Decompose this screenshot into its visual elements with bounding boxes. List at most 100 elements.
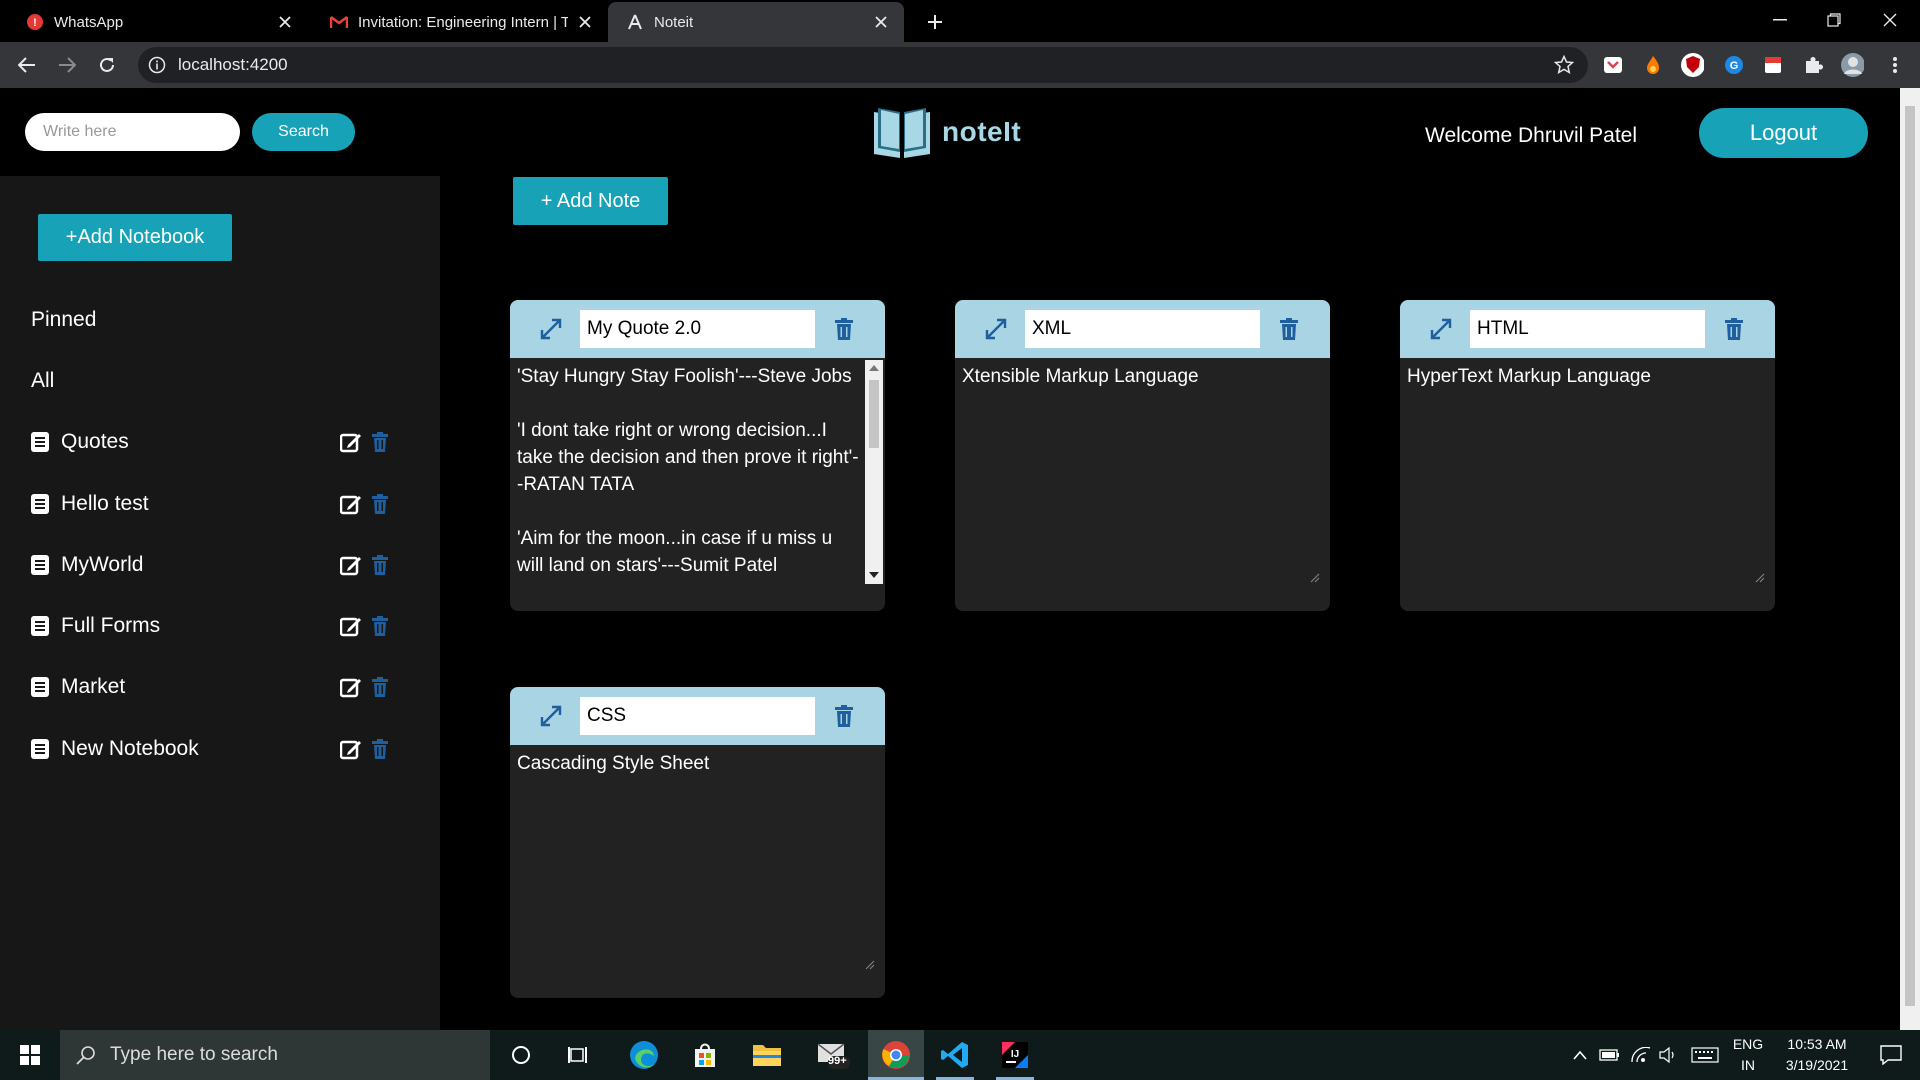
tab-whatsapp[interactable]: ! WhatsApp bbox=[8, 2, 308, 42]
new-tab-button[interactable] bbox=[922, 9, 948, 35]
notebook-icon bbox=[31, 432, 49, 452]
edit-icon[interactable] bbox=[340, 554, 362, 576]
svg-text:IJ: IJ bbox=[1011, 1049, 1019, 1060]
menu-dots-icon[interactable] bbox=[1883, 53, 1907, 77]
back-arrow-icon[interactable] bbox=[12, 50, 42, 80]
profile-avatar-icon[interactable] bbox=[1840, 53, 1864, 77]
expand-icon[interactable] bbox=[540, 318, 562, 340]
bookmark-star-icon[interactable] bbox=[1554, 55, 1574, 75]
trash-icon[interactable] bbox=[1280, 318, 1298, 340]
brand-name: noteIt bbox=[942, 116, 1022, 147]
intellij-icon[interactable]: IJ bbox=[990, 1030, 1040, 1080]
note-title-input[interactable] bbox=[1470, 310, 1705, 348]
tab-title: Noteit bbox=[654, 13, 694, 31]
edit-icon[interactable] bbox=[340, 431, 362, 453]
trash-icon[interactable] bbox=[835, 705, 853, 727]
scroll-down-arrow-icon[interactable] bbox=[869, 572, 879, 578]
flame-extension-icon[interactable] bbox=[1641, 53, 1665, 77]
volume-icon[interactable] bbox=[1656, 1030, 1682, 1080]
tab-gmail[interactable]: Invitation: Engineering Intern | Te bbox=[312, 2, 608, 42]
sidebar-link-all[interactable]: All bbox=[31, 369, 54, 393]
note-body-textarea[interactable]: Xtensible Markup Language bbox=[955, 358, 1330, 611]
trash-icon[interactable] bbox=[372, 677, 388, 697]
vscode-icon[interactable] bbox=[930, 1030, 980, 1080]
sidebar-notebook-item[interactable]: New Notebook bbox=[30, 734, 400, 764]
note-title-input[interactable] bbox=[580, 697, 815, 735]
trash-icon[interactable] bbox=[1725, 318, 1743, 340]
search-button[interactable]: Search bbox=[252, 113, 355, 151]
add-note-button[interactable]: + Add Note bbox=[513, 177, 668, 225]
reload-icon[interactable] bbox=[92, 50, 122, 80]
language-indicator[interactable]: ENG IN bbox=[1728, 1034, 1768, 1076]
note-scrollbar[interactable] bbox=[865, 360, 883, 584]
trash-icon[interactable] bbox=[372, 739, 388, 759]
battery-icon[interactable] bbox=[1597, 1030, 1623, 1080]
edit-icon[interactable] bbox=[340, 738, 362, 760]
trash-icon[interactable] bbox=[372, 494, 388, 514]
resize-grip-icon[interactable] bbox=[1755, 573, 1765, 583]
sidebar-notebook-item[interactable]: MyWorld bbox=[30, 550, 400, 580]
welcome-text: Welcome Dhruvil Patel bbox=[1425, 124, 1638, 147]
grammarly-extension-icon[interactable]: G bbox=[1722, 53, 1746, 77]
close-tab-icon[interactable] bbox=[276, 13, 294, 31]
close-tab-icon[interactable] bbox=[576, 13, 594, 31]
notification-icon[interactable] bbox=[1866, 1030, 1916, 1080]
note-body-textarea[interactable]: 'Stay Hungry Stay Foolish'---Steve Jobs … bbox=[510, 358, 885, 611]
expand-icon[interactable] bbox=[985, 318, 1007, 340]
edit-icon[interactable] bbox=[340, 676, 362, 698]
note-card-header bbox=[955, 300, 1330, 358]
scroll-up-arrow-icon[interactable] bbox=[869, 365, 879, 371]
minimize-button[interactable] bbox=[1752, 0, 1808, 40]
file-explorer-icon[interactable] bbox=[742, 1030, 792, 1080]
expand-icon[interactable] bbox=[1430, 318, 1452, 340]
scrollbar-thumb[interactable] bbox=[869, 380, 879, 448]
note-body-textarea[interactable]: Cascading Style Sheet bbox=[510, 745, 885, 998]
add-notebook-button[interactable]: +Add Notebook bbox=[38, 214, 232, 261]
edit-icon[interactable] bbox=[340, 615, 362, 637]
trash-icon[interactable] bbox=[372, 555, 388, 575]
task-view-icon[interactable] bbox=[555, 1030, 603, 1080]
sidebar-notebook-item[interactable]: Hello test bbox=[30, 489, 400, 519]
taskbar-search-box[interactable]: Type here to search bbox=[60, 1030, 490, 1080]
edit-icon[interactable] bbox=[340, 493, 362, 515]
edge-browser-icon[interactable] bbox=[619, 1030, 669, 1080]
sidebar-notebook-item[interactable]: Market bbox=[30, 672, 400, 702]
mail-icon[interactable]: 99+ bbox=[805, 1030, 861, 1080]
close-tab-icon[interactable] bbox=[872, 13, 890, 31]
trash-icon[interactable] bbox=[835, 318, 853, 340]
trash-icon[interactable] bbox=[372, 432, 388, 452]
chevron-up-icon[interactable] bbox=[1568, 1030, 1592, 1080]
pocket-extension-icon[interactable] bbox=[1601, 53, 1625, 77]
restore-button[interactable] bbox=[1806, 0, 1862, 40]
clock[interactable]: 10:53 AM 3/19/2021 bbox=[1772, 1034, 1862, 1076]
forward-arrow-icon[interactable] bbox=[52, 50, 82, 80]
url-text: localhost:4200 bbox=[178, 55, 288, 74]
close-window-button[interactable] bbox=[1862, 0, 1918, 40]
logout-button[interactable]: Logout bbox=[1699, 108, 1868, 158]
resize-grip-icon[interactable] bbox=[865, 960, 875, 970]
info-icon[interactable] bbox=[148, 56, 166, 74]
note-title-input[interactable] bbox=[1025, 310, 1260, 348]
note-title-input[interactable] bbox=[580, 310, 815, 348]
windows-start-icon[interactable] bbox=[0, 1030, 60, 1080]
keyboard-icon[interactable] bbox=[1688, 1030, 1722, 1080]
cortana-icon[interactable] bbox=[497, 1030, 545, 1080]
sidebar-link-pinned[interactable]: Pinned bbox=[31, 308, 96, 332]
address-bar[interactable]: localhost:4200 bbox=[138, 47, 1588, 83]
sidebar-notebook-item[interactable]: Quotes bbox=[30, 427, 400, 457]
notes-extension-icon[interactable] bbox=[1761, 53, 1785, 77]
expand-icon[interactable] bbox=[540, 705, 562, 727]
page-scrollbar[interactable] bbox=[1900, 88, 1920, 1030]
microsoft-store-icon[interactable] bbox=[680, 1030, 730, 1080]
trash-icon[interactable] bbox=[372, 616, 388, 636]
resize-grip-icon[interactable] bbox=[1310, 573, 1320, 583]
tab-noteit[interactable]: Noteit bbox=[608, 2, 904, 42]
extensions-puzzle-icon[interactable] bbox=[1801, 53, 1825, 77]
wifi-icon[interactable] bbox=[1628, 1030, 1654, 1080]
sidebar-notebook-item[interactable]: Full Forms bbox=[30, 611, 400, 641]
note-body-textarea[interactable]: HyperText Markup Language bbox=[1400, 358, 1775, 611]
page-scrollbar-thumb[interactable] bbox=[1905, 106, 1915, 1006]
chrome-taskbar-icon[interactable] bbox=[868, 1030, 924, 1080]
search-input[interactable] bbox=[25, 113, 240, 151]
ublock-extension-icon[interactable] bbox=[1680, 53, 1704, 77]
